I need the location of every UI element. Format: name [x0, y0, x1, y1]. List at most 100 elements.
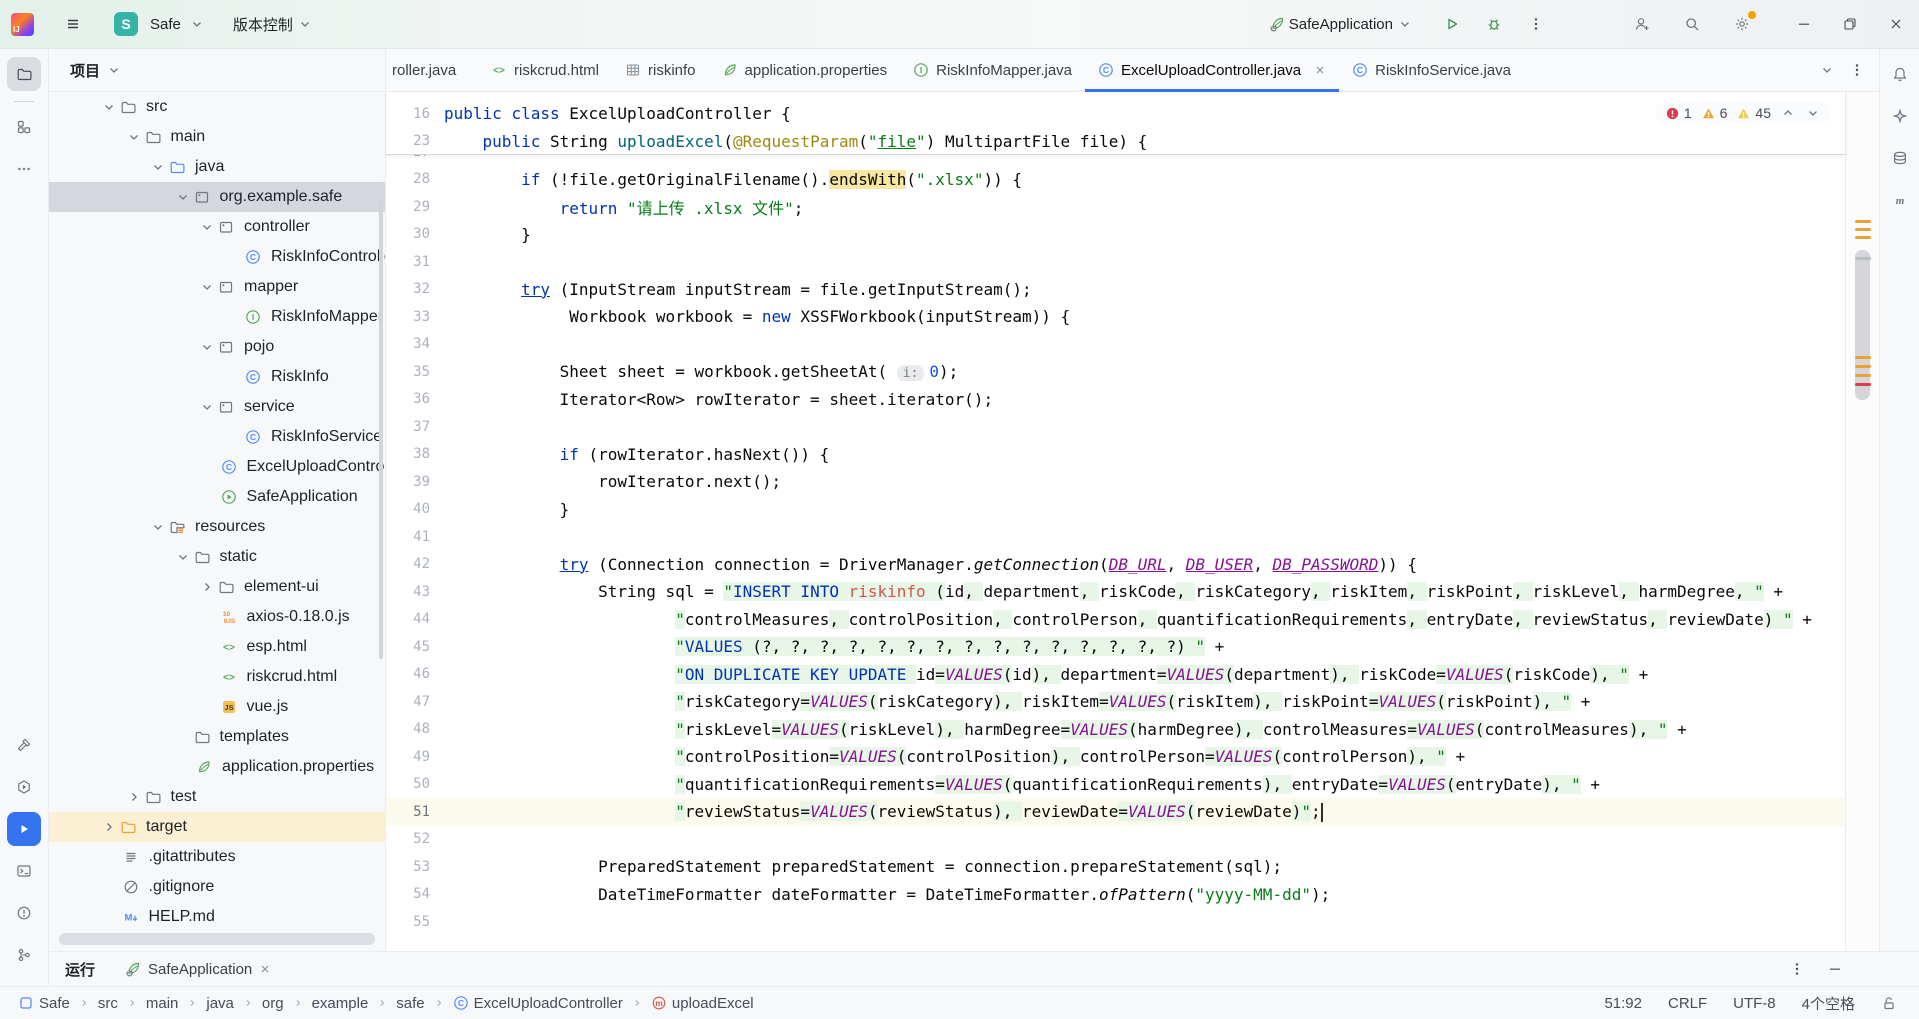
line-separator-widget[interactable]: CRLF	[1668, 995, 1707, 1012]
tab-riskinfo[interactable]: riskinfo	[612, 49, 709, 91]
breadcrumb-java[interactable]: java	[202, 993, 238, 1014]
tree-chevron[interactable]	[147, 519, 169, 535]
line-number-27[interactable]: 27	[386, 155, 444, 160]
tree-item-service[interactable]: service	[49, 392, 385, 422]
line-number-23[interactable]: 23	[386, 133, 444, 149]
toolwindow-button-git[interactable]	[7, 938, 41, 972]
breadcrumb-safe[interactable]: safe	[392, 993, 428, 1014]
tree-item-.gitignore[interactable]: .gitignore	[49, 872, 385, 902]
tree-item-riskinfomapper[interactable]: I RiskInfoMapper	[49, 302, 385, 332]
editor-scrollbar-thumb[interactable]	[1855, 250, 1870, 400]
tree-chevron[interactable]	[172, 189, 194, 205]
stripe-mark[interactable]	[1855, 236, 1871, 239]
toolwindow-button-hammer[interactable]	[7, 728, 41, 762]
tree-item-safeapplication[interactable]: SafeApplication	[49, 482, 385, 512]
prev-problem-button[interactable]	[1780, 105, 1796, 121]
toolwindow-button-run[interactable]	[7, 812, 41, 846]
toolwindow-button-problems[interactable]	[7, 896, 41, 930]
tree-item-exceluploadcontroller[interactable]: C ExcelUploadController	[49, 452, 385, 482]
close-icon[interactable]	[259, 963, 271, 975]
line-number-32[interactable]: 32	[386, 281, 444, 297]
line-number-28[interactable]: 28	[386, 171, 444, 187]
search-everywhere-button[interactable]	[1675, 7, 1709, 41]
tree-chevron[interactable]	[147, 159, 169, 175]
breadcrumb-main[interactable]: main	[142, 993, 183, 1014]
tab-close-icon[interactable]	[1314, 64, 1326, 76]
tree-chevron[interactable]	[123, 129, 145, 145]
stripe-mark[interactable]	[1855, 383, 1871, 386]
tab-riskcrud.html[interactable]: <> riskcrud.html	[478, 49, 612, 91]
breadcrumb-src[interactable]: src	[94, 993, 122, 1014]
code-editor[interactable]: 27 28 if (!file.getOriginalFilename().end…	[386, 155, 1845, 951]
line-number-52[interactable]: 52	[386, 831, 444, 847]
tree-item-static[interactable]: static	[49, 542, 385, 572]
run-tab-safeapplication[interactable]: SafeApplication	[125, 961, 271, 978]
line-number-16[interactable]: 16	[386, 106, 444, 122]
line-number-30[interactable]: 30	[386, 226, 444, 242]
line-number-34[interactable]: 34	[386, 336, 444, 352]
caret-position-widget[interactable]: 51:92	[1604, 995, 1642, 1012]
tree-item-src[interactable]: src	[49, 92, 385, 122]
tree-item-controller[interactable]: controller	[49, 212, 385, 242]
breadcrumb-org[interactable]: org	[258, 993, 288, 1014]
inspections-widget[interactable]: 1 6 45	[1654, 102, 1831, 124]
code-with-me-button[interactable]	[1625, 7, 1659, 41]
tree-chevron[interactable]	[196, 579, 218, 595]
tree-item-riskinfoservice[interactable]: C RiskInfoService	[49, 422, 385, 452]
stripe-mark[interactable]	[1855, 220, 1871, 223]
tree-chevron[interactable]	[98, 99, 120, 115]
hidden-tabs-button[interactable]	[1819, 62, 1835, 78]
line-number-44[interactable]: 44	[386, 611, 444, 627]
tree-item-riskinfocontroller[interactable]: C RiskInfoController	[49, 242, 385, 272]
run-panel-hide-button[interactable]	[1827, 961, 1843, 977]
line-number-49[interactable]: 49	[386, 749, 444, 765]
tree-item-help.md[interactable]: M HELP.md	[49, 902, 385, 932]
line-number-40[interactable]: 40	[386, 501, 444, 517]
stripe-mark[interactable]	[1855, 374, 1871, 377]
tree-chevron[interactable]	[98, 819, 120, 835]
tree-item-test[interactable]: test	[49, 782, 385, 812]
tree-item-vue.js[interactable]: JS vue.js	[49, 692, 385, 722]
line-number-35[interactable]: 35	[386, 364, 444, 380]
tree-chevron[interactable]	[196, 279, 218, 295]
window-close-button[interactable]	[1873, 0, 1919, 48]
lock-icon[interactable]	[1881, 995, 1897, 1011]
window-minimize-button[interactable]	[1781, 0, 1827, 48]
toolwindow-button-ai[interactable]	[1883, 99, 1917, 133]
tree-chevron[interactable]	[172, 549, 194, 565]
line-number-41[interactable]: 41	[386, 529, 444, 545]
stripe-mark[interactable]	[1855, 365, 1871, 368]
toolwindow-button-terminal[interactable]	[7, 854, 41, 888]
tab-exceluploadcontroller.java[interactable]: C ExcelUploadController.java	[1085, 49, 1340, 92]
tab-options-button[interactable]	[1849, 62, 1865, 78]
stripe-mark[interactable]	[1855, 228, 1871, 231]
window-restore-button[interactable]	[1827, 0, 1873, 48]
main-menu-button[interactable]	[56, 7, 90, 41]
run-configuration-widget[interactable]: SafeApplication	[1261, 10, 1421, 39]
line-number-29[interactable]: 29	[386, 199, 444, 215]
tree-item-.gitattributes[interactable]: .gitattributes	[49, 842, 385, 872]
tree-item-application.properties[interactable]: application.properties	[49, 752, 385, 782]
line-number-45[interactable]: 45	[386, 639, 444, 655]
tree-horizontal-scrollbar[interactable]	[59, 933, 375, 945]
tab-riskinfomapper.java[interactable]: I RiskInfoMapper.java	[900, 49, 1085, 91]
tree-item-target[interactable]: target	[49, 812, 385, 842]
breadcrumb-exceluploadcontroller[interactable]: C ExcelUploadController	[449, 993, 627, 1014]
tree-item-pojo[interactable]: pojo	[49, 332, 385, 362]
stripe-mark[interactable]	[1855, 257, 1871, 260]
tree-item-riskcrud.html[interactable]: <> riskcrud.html	[49, 662, 385, 692]
tree-item-java[interactable]: java	[49, 152, 385, 182]
tree-item-main[interactable]: main	[49, 122, 385, 152]
line-number-43[interactable]: 43	[386, 584, 444, 600]
run-panel-options-button[interactable]	[1789, 961, 1805, 977]
tree-item-resources[interactable]: resources	[49, 512, 385, 542]
line-number-37[interactable]: 37	[386, 419, 444, 435]
next-problem-button[interactable]	[1805, 105, 1821, 121]
breadcrumb-uploadexcel[interactable]: m uploadExcel	[647, 993, 758, 1014]
encoding-widget[interactable]: UTF-8	[1733, 995, 1776, 1012]
run-button[interactable]	[1435, 7, 1469, 41]
toolwindow-button-more[interactable]	[7, 152, 41, 186]
toolwindow-button-project-folder[interactable]	[7, 57, 41, 91]
vcs-menu[interactable]: 版本控制	[225, 8, 321, 41]
line-number-33[interactable]: 33	[386, 309, 444, 325]
